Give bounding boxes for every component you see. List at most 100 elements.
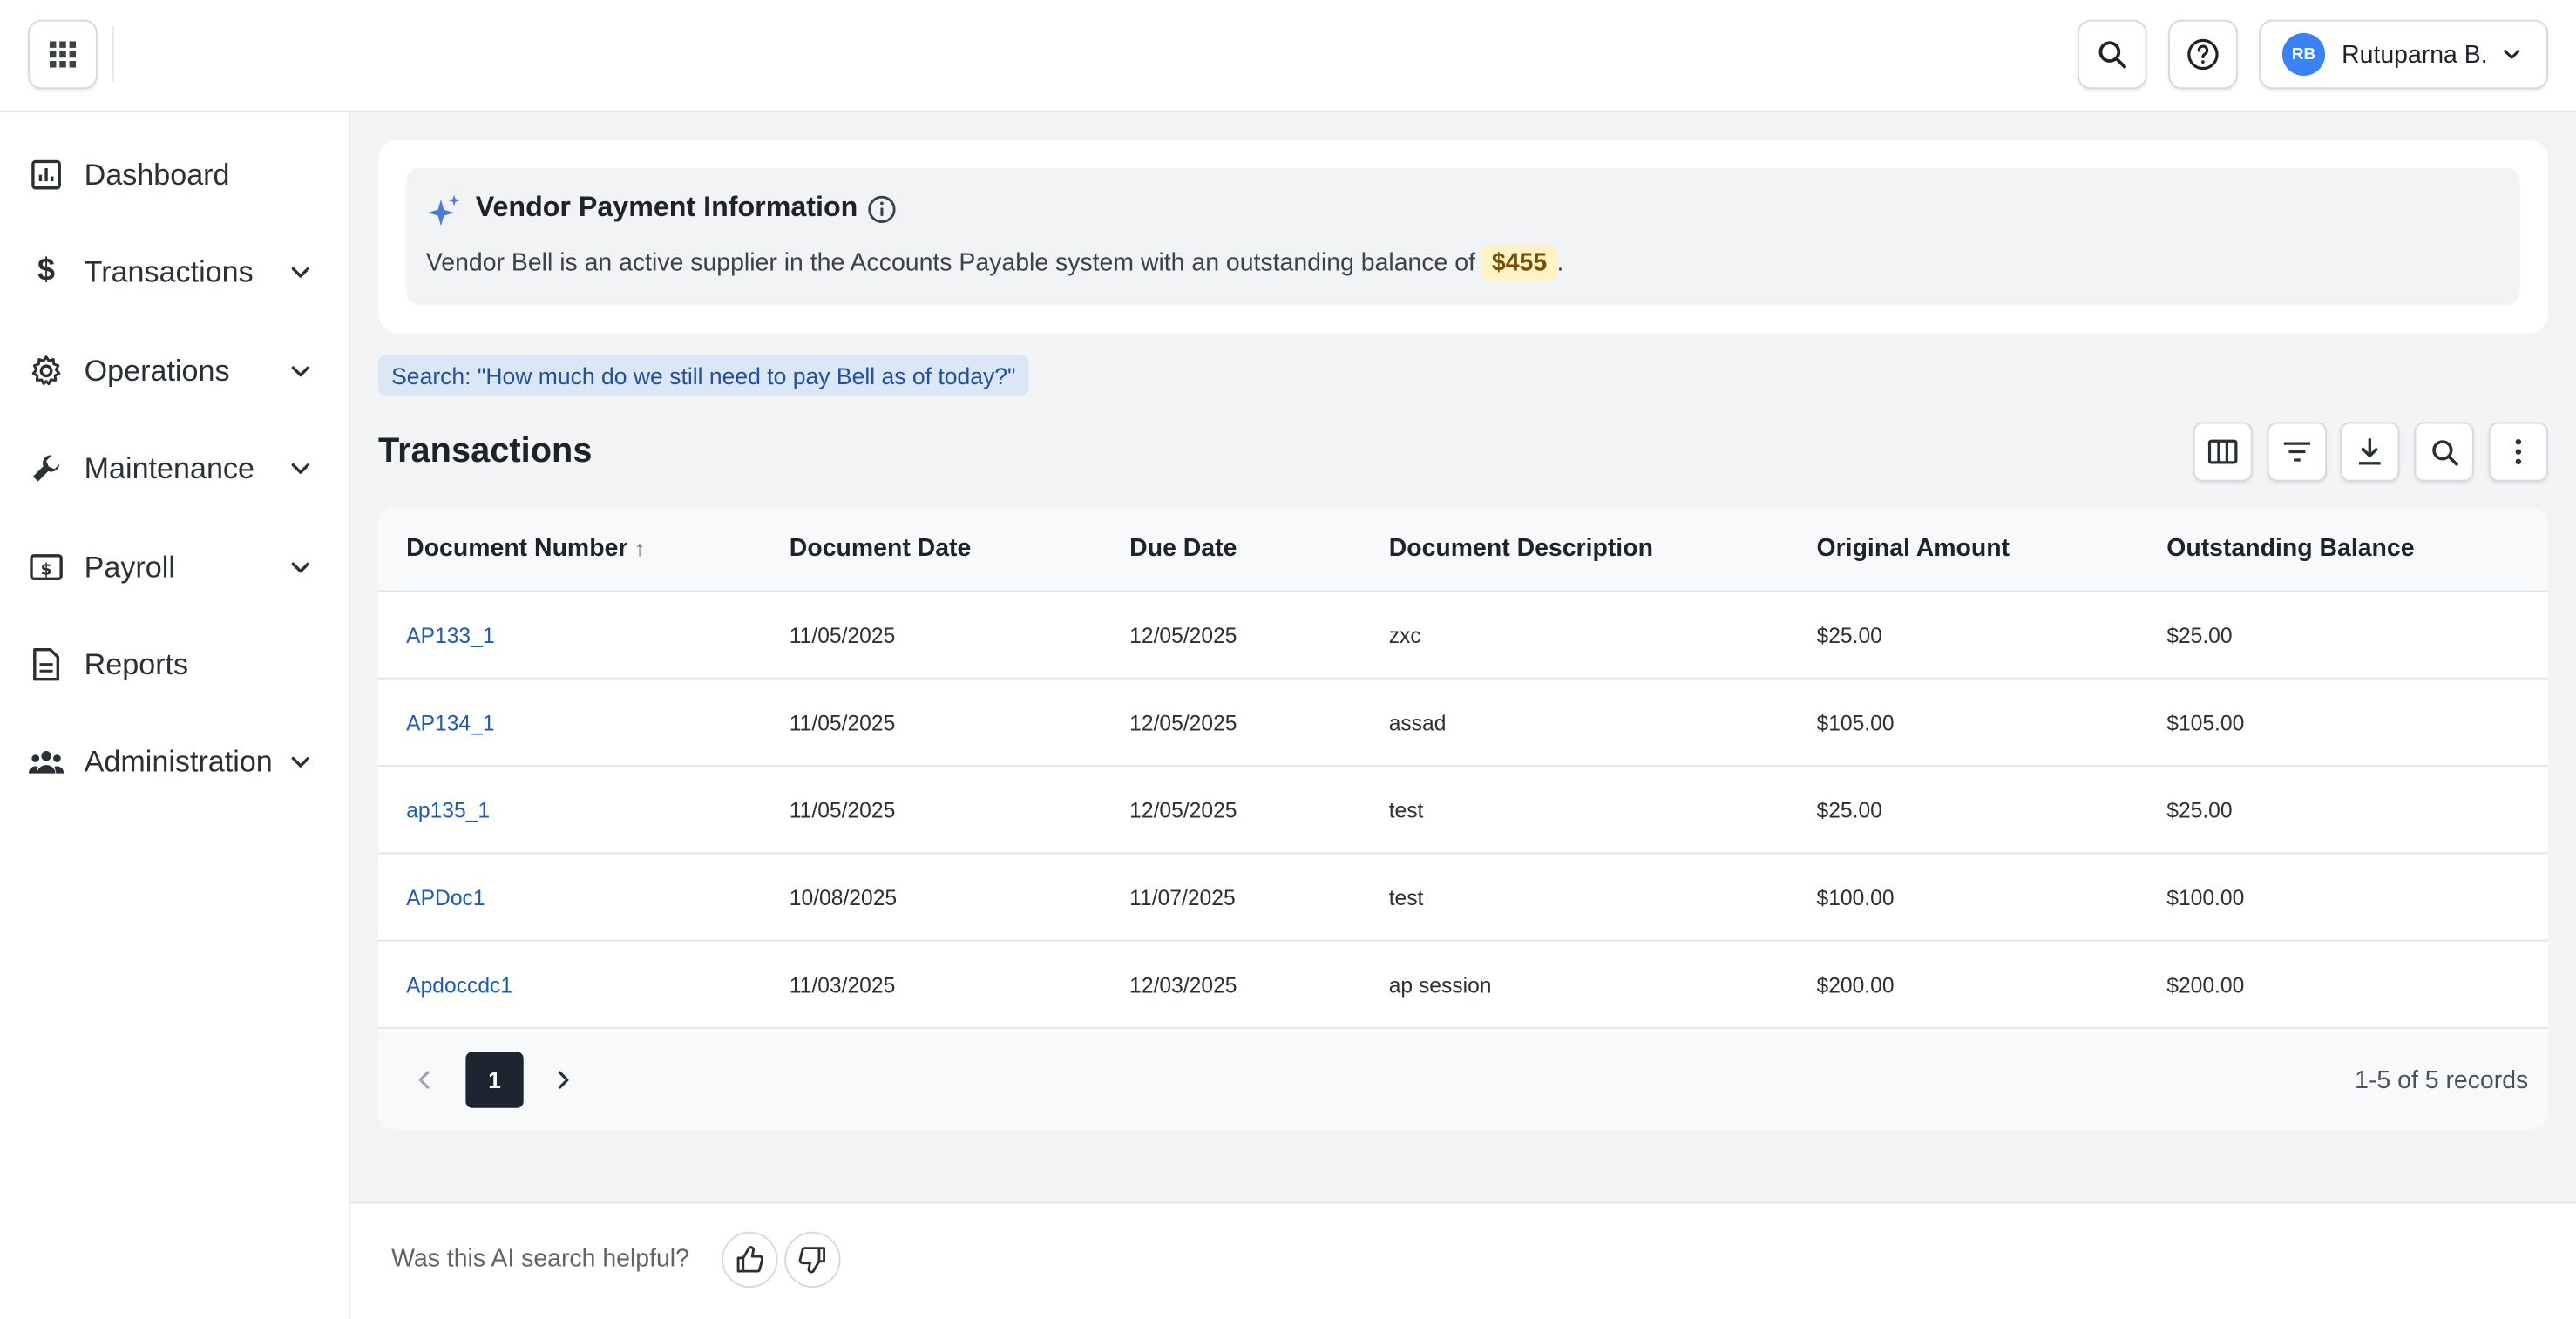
due-date-cell: 12/05/2025 bbox=[1129, 797, 1237, 823]
main-content: Vendor Payment Information Vendor Bell i… bbox=[349, 112, 2576, 1319]
chevron-down-icon bbox=[291, 267, 310, 278]
sparkle-icon bbox=[427, 194, 460, 227]
sidebar-item-label: Maintenance bbox=[84, 450, 254, 484]
document-date-cell: 10/08/2025 bbox=[789, 885, 898, 910]
people-icon bbox=[28, 744, 64, 781]
original-amount-cell: $25.00 bbox=[1816, 623, 1882, 648]
due-date-cell: 12/03/2025 bbox=[1129, 972, 1237, 998]
sidebar-item-reports[interactable]: Reports bbox=[0, 632, 349, 698]
payroll-icon: $ bbox=[28, 549, 64, 585]
sidebar-item-administration[interactable]: Administration bbox=[0, 728, 349, 795]
description-cell: ap session bbox=[1388, 972, 1492, 998]
app-root: RB Rutuparna B. Dashboard $ Transactions… bbox=[0, 0, 2576, 1319]
wrench-icon bbox=[28, 450, 64, 487]
column-header-document-description[interactable]: Document Description bbox=[1389, 534, 1653, 562]
document-number-link[interactable]: APDoc1 bbox=[406, 885, 485, 910]
sidebar-item-label: Reports bbox=[84, 646, 189, 680]
columns-button[interactable] bbox=[2193, 422, 2253, 482]
filter-icon bbox=[2283, 442, 2311, 462]
column-header-original-amount[interactable]: Original Amount bbox=[1817, 534, 2010, 562]
ai-card-title: Vendor Payment Information bbox=[475, 191, 858, 223]
more-options-button[interactable] bbox=[2488, 422, 2548, 482]
original-amount-cell: $25.00 bbox=[1816, 797, 1882, 823]
outstanding-balance-cell: $100.00 bbox=[2166, 885, 2245, 910]
outstanding-balance-cell: $105.00 bbox=[2166, 710, 2245, 736]
feedback-bar: Was this AI search helpful? bbox=[349, 1201, 2576, 1319]
sidebar-item-label: Administration bbox=[84, 744, 273, 778]
table-row: AP133_1 11/05/2025 12/05/2025 zxc $25.00… bbox=[377, 592, 2548, 680]
document-date-cell: 11/05/2025 bbox=[789, 710, 896, 736]
document-number-link[interactable]: ap135_1 bbox=[406, 798, 490, 822]
column-header-due-date[interactable]: Due Date bbox=[1129, 534, 1237, 562]
transactions-title: Transactions bbox=[377, 431, 593, 470]
chevron-down-icon bbox=[291, 463, 310, 474]
feedback-question: Was this AI search helpful? bbox=[391, 1244, 689, 1274]
thumbs-down-icon bbox=[798, 1247, 826, 1274]
global-search-button[interactable] bbox=[2077, 19, 2147, 90]
original-amount-cell: $100.00 bbox=[1816, 885, 1895, 910]
thumbs-down-button[interactable] bbox=[784, 1231, 841, 1289]
dashboard-icon bbox=[28, 157, 64, 193]
chevron-down-icon bbox=[291, 562, 310, 573]
info-icon[interactable] bbox=[867, 194, 897, 224]
table-row: APDoc1 10/08/2025 11/07/2025 test $100.0… bbox=[377, 854, 2548, 942]
sidebar-item-label: Payroll bbox=[84, 550, 175, 583]
search-icon bbox=[2431, 439, 2457, 465]
document-number-link[interactable]: Apdoccdc1 bbox=[406, 973, 512, 998]
help-icon bbox=[2187, 38, 2219, 71]
columns-icon bbox=[2207, 439, 2238, 464]
sidebar-item-label: Transactions bbox=[84, 254, 254, 288]
ai-card-summary: Vendor Bell is an active supplier in the… bbox=[425, 248, 1475, 277]
sidebar-item-dashboard[interactable]: Dashboard bbox=[0, 142, 349, 208]
header-divider bbox=[112, 26, 114, 83]
sidebar-item-label: Operations bbox=[84, 353, 230, 387]
page-number-current[interactable]: 1 bbox=[465, 1052, 524, 1108]
help-button[interactable] bbox=[2168, 19, 2238, 90]
pagination: 1 1-5 of 5 records bbox=[377, 1032, 2548, 1130]
thumbs-up-button[interactable] bbox=[722, 1231, 778, 1289]
description-cell: assad bbox=[1388, 710, 1447, 736]
sidebar-item-transactions[interactable]: $ Transactions bbox=[0, 239, 349, 305]
user-name: Rutuparna B. bbox=[2342, 40, 2488, 69]
sidebar-item-maintenance[interactable]: Maintenance bbox=[0, 436, 349, 502]
table-search-button[interactable] bbox=[2414, 422, 2474, 482]
download-button[interactable] bbox=[2340, 422, 2400, 482]
transactions-table: Document Number ↑ Document Date Due Date… bbox=[377, 507, 2548, 1130]
outstanding-amount-badge: $455 bbox=[1481, 245, 1557, 281]
description-cell: zxc bbox=[1388, 623, 1421, 648]
document-date-cell: 11/05/2025 bbox=[789, 623, 896, 648]
due-date-cell: 11/07/2025 bbox=[1129, 885, 1236, 910]
chevron-left-icon[interactable] bbox=[411, 1066, 437, 1092]
filter-button[interactable] bbox=[2267, 422, 2328, 482]
search-query-chip: Search: "How much do we still need to pa… bbox=[377, 354, 1029, 396]
sidebar-item-payroll[interactable]: $ Payroll bbox=[0, 534, 349, 600]
ai-card-summary-end: . bbox=[1556, 248, 1564, 277]
chevron-right-icon[interactable] bbox=[550, 1066, 576, 1092]
user-menu-button[interactable]: RB Rutuparna B. bbox=[2259, 19, 2548, 90]
chevron-down-icon bbox=[291, 756, 310, 768]
svg-text:$: $ bbox=[40, 560, 51, 579]
column-header-label: Document Number bbox=[406, 534, 628, 563]
apps-menu-button[interactable] bbox=[28, 19, 98, 90]
table-row: AP134_1 11/05/2025 12/05/2025 assad $105… bbox=[377, 680, 2548, 768]
top-bar: RB Rutuparna B. bbox=[0, 0, 2576, 112]
outstanding-balance-cell: $200.00 bbox=[2166, 972, 2245, 998]
table-row: ap135_1 11/05/2025 12/05/2025 test $25.0… bbox=[377, 767, 2548, 855]
table-row: Apdoccdc1 11/03/2025 12/03/2025 ap sessi… bbox=[377, 942, 2548, 1029]
column-header-outstanding-balance[interactable]: Outstanding Balance bbox=[2166, 534, 2414, 562]
due-date-cell: 12/05/2025 bbox=[1129, 623, 1237, 648]
description-cell: test bbox=[1388, 797, 1424, 823]
due-date-cell: 12/05/2025 bbox=[1129, 710, 1237, 736]
column-header-document-number[interactable]: Document Number ↑ bbox=[406, 534, 645, 562]
document-number-link[interactable]: AP134_1 bbox=[406, 711, 494, 735]
ai-answer-panel: Vendor Payment Information Vendor Bell i… bbox=[406, 168, 2520, 306]
column-header-document-date[interactable]: Document Date bbox=[790, 534, 972, 562]
avatar: RB bbox=[2281, 32, 2326, 77]
table-header: Document Number ↑ Document Date Due Date… bbox=[377, 507, 2548, 592]
document-number-link[interactable]: AP133_1 bbox=[406, 623, 494, 647]
description-cell: test bbox=[1388, 885, 1424, 910]
gear-icon bbox=[28, 353, 64, 389]
chevron-down-icon bbox=[291, 366, 310, 377]
sidebar-item-operations[interactable]: Operations bbox=[0, 338, 349, 404]
outstanding-balance-cell: $25.00 bbox=[2166, 797, 2233, 823]
